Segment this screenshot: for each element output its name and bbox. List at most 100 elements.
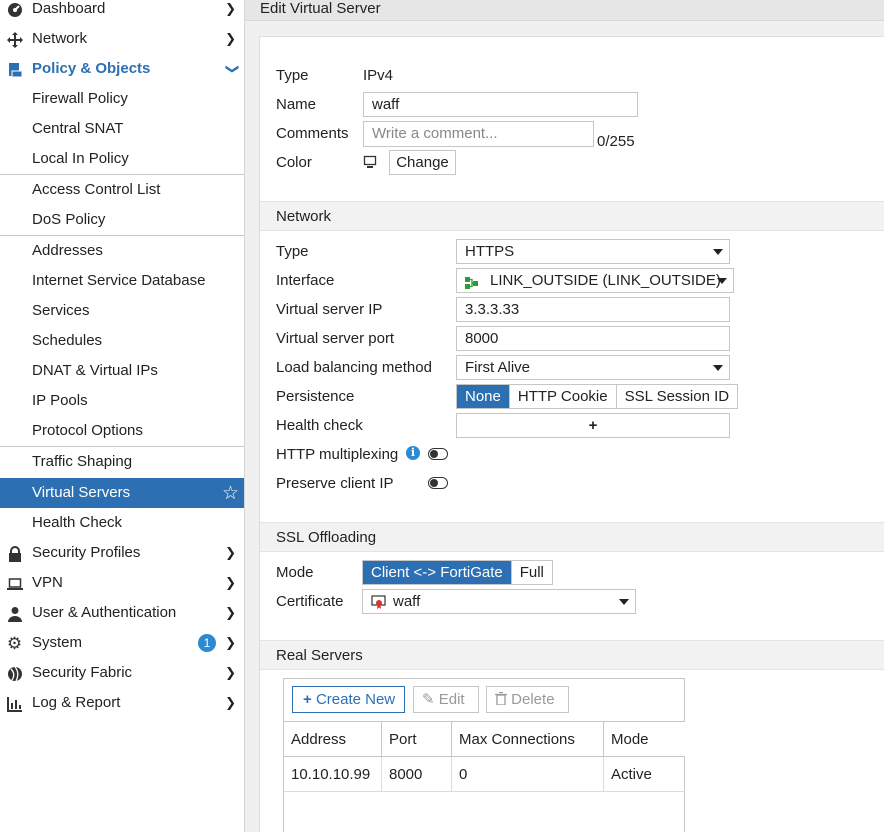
- sidebar-item-label: System: [32, 634, 83, 651]
- health-check-add-button[interactable]: +: [456, 413, 730, 438]
- persistence-none-option[interactable]: None: [457, 385, 510, 408]
- http-multiplexing-label: HTTP multiplexing: [276, 446, 399, 463]
- virtual-server-ip-input[interactable]: 3.3.3.33: [456, 297, 730, 322]
- sidebar-item-addresses[interactable]: Addresses: [0, 236, 244, 266]
- table-cell-port[interactable]: 8000: [382, 757, 452, 792]
- persistence-http-cookie-option[interactable]: HTTP Cookie: [509, 385, 617, 408]
- info-icon[interactable]: i: [406, 446, 420, 460]
- delete-button[interactable]: Delete: [486, 686, 569, 713]
- sidebar-item-label: Dashboard: [32, 0, 106, 17]
- caret-down-icon: [713, 365, 723, 371]
- create-new-button[interactable]: + Create New: [292, 686, 405, 713]
- page-header: Edit Virtual Server: [245, 0, 884, 21]
- sidebar-item-log-report[interactable]: Log & Report ❯: [0, 688, 244, 718]
- chevron-right-icon: ❯: [225, 605, 236, 620]
- sidebar-item-label: Virtual Servers: [32, 484, 131, 501]
- sidebar-item-label: Schedules: [32, 332, 103, 349]
- sidebar-item-dnat-virtual-ips[interactable]: DNAT & Virtual IPs: [0, 356, 244, 386]
- sidebar-item-traffic-shaping[interactable]: Traffic Shaping: [0, 447, 244, 477]
- sidebar-item-access-control-list[interactable]: Access Control List: [0, 175, 244, 205]
- http-multiplexing-toggle[interactable]: [428, 448, 448, 460]
- edit-button[interactable]: ✎ Edit: [413, 686, 479, 713]
- network-type-label: Type: [276, 243, 309, 260]
- sidebar-item-user-authentication[interactable]: User & Authentication ❯: [0, 598, 244, 628]
- sidebar-item-protocol-options[interactable]: Protocol Options: [0, 416, 244, 446]
- sidebar-item-label: Access Control List: [32, 181, 161, 198]
- gauge-icon: [6, 1, 23, 18]
- sidebar-item-internet-service-database[interactable]: Internet Service Database: [0, 266, 244, 296]
- table-cell-max-connections[interactable]: 0: [452, 757, 604, 792]
- color-change-button[interactable]: Change: [389, 150, 456, 175]
- sidebar-item-security-fabric[interactable]: Security Fabric ❯: [0, 658, 244, 688]
- name-input[interactable]: waff: [363, 92, 638, 117]
- sidebar-item-dashboard[interactable]: Dashboard ❯: [0, 0, 244, 24]
- column-header-max-connections[interactable]: Max Connections: [452, 721, 604, 757]
- sidebar-item-dos-policy[interactable]: DoS Policy: [0, 205, 244, 235]
- sidebar-item-policy-objects[interactable]: Policy & Objects ❯: [0, 54, 244, 84]
- caret-down-icon: [713, 249, 723, 255]
- virtual-server-port-input[interactable]: 8000: [456, 326, 730, 351]
- chevron-right-icon: ❯: [225, 31, 236, 46]
- sidebar-item-label: Traffic Shaping: [32, 453, 133, 470]
- select-value: LINK_OUTSIDE (LINK_OUTSIDE): [490, 272, 721, 289]
- sidebar-item-firewall-policy[interactable]: Firewall Policy: [0, 84, 244, 114]
- main-content: Edit Virtual Server Type IPv4 Name waff …: [245, 0, 884, 832]
- sidebar-item-health-check[interactable]: Health Check: [0, 508, 244, 538]
- real-servers-section-header: Real Servers: [260, 640, 884, 670]
- persistence-toggle-group: None HTTP Cookie SSL Session ID: [456, 384, 739, 409]
- virtual-server-port-label: Virtual server port: [276, 330, 395, 347]
- network-arrows-icon: [6, 31, 23, 48]
- sidebar-item-label: Protocol Options: [32, 422, 143, 439]
- table-cell-address[interactable]: 10.10.10.99: [284, 757, 382, 792]
- ssl-mode-full-option[interactable]: Full: [511, 561, 552, 584]
- network-section-header: Network: [260, 201, 884, 231]
- comments-label: Comments: [276, 125, 349, 142]
- column-header-mode[interactable]: Mode: [604, 721, 685, 757]
- sidebar-item-schedules[interactable]: Schedules: [0, 326, 244, 356]
- persistence-ssl-session-option[interactable]: SSL Session ID: [616, 385, 738, 408]
- sidebar-item-security-profiles[interactable]: Security Profiles ❯: [0, 538, 244, 568]
- star-icon[interactable]: ☆: [222, 482, 239, 505]
- monitor-color-icon: [363, 155, 377, 173]
- preserve-client-ip-toggle[interactable]: [428, 477, 448, 489]
- chevron-right-icon: ❯: [225, 545, 236, 560]
- sidebar-item-local-in-policy[interactable]: Local In Policy: [0, 144, 244, 174]
- mode-label: Mode: [276, 564, 314, 581]
- sidebar-item-label: User & Authentication: [32, 604, 177, 621]
- network-type-select[interactable]: HTTPS: [456, 239, 730, 264]
- sidebar-item-system[interactable]: ⚙ System 1 ❯: [0, 628, 244, 658]
- sidebar-item-network[interactable]: Network ❯: [0, 24, 244, 54]
- sidebar-item-label: Central SNAT: [32, 120, 124, 137]
- section-title: Network: [276, 208, 332, 225]
- chevron-right-icon: ❯: [225, 1, 236, 16]
- certificate-label: Certificate: [276, 593, 344, 610]
- preserve-client-ip-label: Preserve client IP: [276, 475, 394, 492]
- interface-select[interactable]: LINK_OUTSIDE (LINK_OUTSIDE): [456, 268, 734, 293]
- column-header-address[interactable]: Address: [284, 721, 382, 757]
- sidebar-item-label: VPN: [32, 574, 63, 591]
- chevron-down-icon: ❯: [225, 63, 241, 75]
- caret-down-icon: [619, 599, 629, 605]
- sidebar-item-label: IP Pools: [32, 392, 88, 409]
- ssl-offloading-section-header: SSL Offloading: [260, 522, 884, 552]
- chart-icon: [6, 695, 23, 712]
- sidebar-item-virtual-servers[interactable]: Virtual Servers ☆: [0, 478, 244, 508]
- ssl-mode-toggle-group: Client <-> FortiGate Full: [362, 560, 553, 585]
- sidebar-item-label: Health Check: [32, 514, 123, 531]
- sidebar-item-label: Services: [32, 302, 90, 319]
- sidebar-item-services[interactable]: Services: [0, 296, 244, 326]
- sidebar-item-ip-pools[interactable]: IP Pools: [0, 386, 244, 416]
- sidebar-item-label: Policy & Objects: [32, 60, 151, 77]
- sidebar-item-central-snat[interactable]: Central SNAT: [0, 114, 244, 144]
- section-title: SSL Offloading: [276, 529, 377, 546]
- sidebar-item-label: DoS Policy: [32, 211, 106, 228]
- fabric-icon: [6, 665, 23, 682]
- column-header-port[interactable]: Port: [382, 721, 452, 757]
- ssl-mode-client-option[interactable]: Client <-> FortiGate: [363, 561, 512, 584]
- caret-down-icon: [717, 278, 727, 284]
- sidebar-item-vpn[interactable]: VPN ❯: [0, 568, 244, 598]
- load-balancing-select[interactable]: First Alive: [456, 355, 730, 380]
- comments-textarea[interactable]: Write a comment...: [363, 121, 594, 147]
- certificate-select[interactable]: waff: [362, 589, 636, 614]
- table-cell-mode[interactable]: Active: [604, 757, 685, 792]
